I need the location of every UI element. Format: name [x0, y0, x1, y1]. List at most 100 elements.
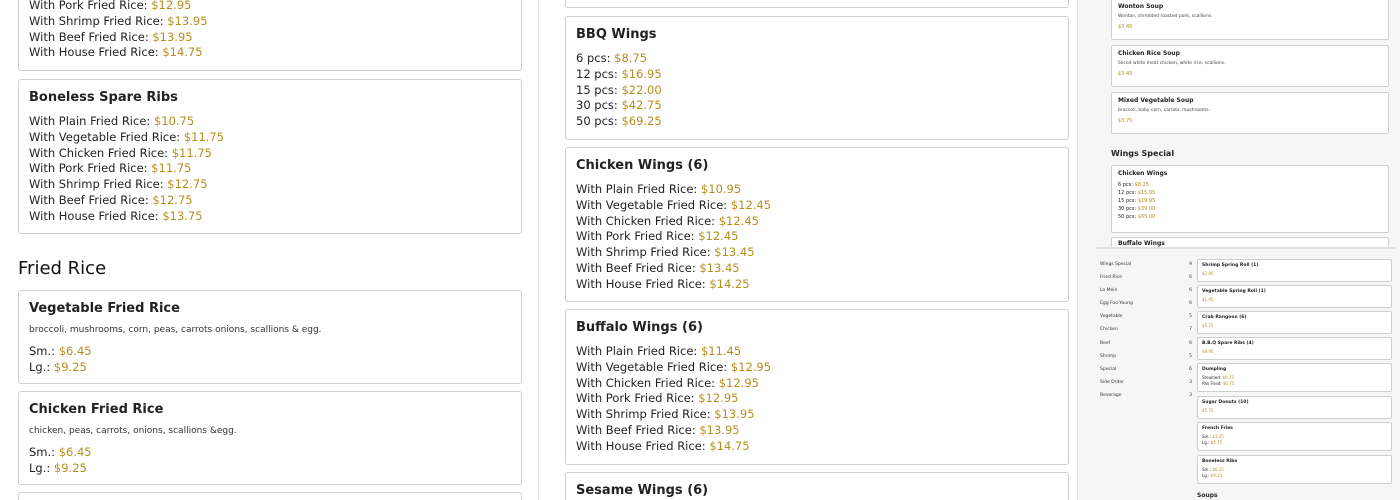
- price-line: 50 pcs: $65.00: [1118, 214, 1156, 220]
- price-line: With Beef Fried Rice: $13.45: [576, 260, 740, 275]
- price-line: 15 pcs: $22.00: [576, 82, 662, 97]
- item-title: Chicken Rice Soup: [1118, 50, 1180, 57]
- price-line: With Shrimp Fried Rice: $13.45: [576, 245, 755, 260]
- nav-category-beef[interactable]: Beef 6: [1100, 341, 1192, 346]
- item-description: broccoli, baby corn, carrots, mushrooms.: [1118, 108, 1211, 113]
- menu-item-card-partial[interactable]: [565, 0, 1069, 8]
- price-line: Lg.: $4.75: [1202, 440, 1223, 445]
- item-title: B.B.Q Spare Ribs (4): [1202, 341, 1254, 346]
- menu-item-chicken-fried-rice[interactable]: Chicken Fried Rice chicken, peas, carrot…: [18, 391, 522, 485]
- item-title: BBQ Wings: [576, 27, 657, 42]
- menu-item-bbq-spare-ribs[interactable]: B.B.Q Spare Ribs (4) $9.95: [1197, 337, 1392, 360]
- item-title: Shrimp Spring Roll (1): [1202, 263, 1259, 268]
- menu-item-french-fries[interactable]: French Fries Sm.: $3.25 Lg.: $4.75: [1197, 422, 1392, 451]
- price-line: With Beef Fried Rice: $12.75: [29, 192, 193, 207]
- price-line: With House Fried Rice: $14.75: [576, 438, 750, 453]
- menu-item-crab-rangoon[interactable]: Crab Rangoon (6) $5.75: [1197, 311, 1392, 334]
- menu-item-wonton-soup[interactable]: Wonton Soup Wonton, shredded roasted por…: [1111, 0, 1389, 40]
- price-line: 12 pcs: $16.95: [576, 66, 662, 81]
- item-title: Buffalo Wings (6): [576, 320, 703, 335]
- price-line: Pan Fried: $6.75: [1202, 381, 1235, 386]
- price-line: With Plain Fried Rice: $11.45: [576, 344, 742, 358]
- item-price: $3.75: [1118, 118, 1133, 124]
- nav-category-wings-special[interactable]: Wings Special 9: [1100, 262, 1192, 267]
- price-line: With Pork Fried Rice: $12.95: [576, 391, 739, 406]
- nav-category-lo-mein[interactable]: Lo Mein 6: [1100, 288, 1192, 293]
- nav-category-chicken[interactable]: Chicken 7: [1100, 327, 1192, 332]
- menu-item-card[interactable]: With Pork Fried Rice: $12.95 With Shrimp…: [18, 0, 522, 71]
- menu-item-vegetable-fried-rice[interactable]: Vegetable Fried Rice broccoli, mushrooms…: [18, 290, 522, 384]
- item-title: Sesame Wings (6): [576, 483, 709, 498]
- item-title: Chicken Wings: [1118, 170, 1168, 177]
- menu-item-bbq-wings[interactable]: BBQ Wings 6 pcs: $8.75 12 pcs: $16.95 15…: [565, 16, 1069, 140]
- price-line: With Chicken Fried Rice: $12.45: [576, 213, 759, 228]
- nav-category-shrimp[interactable]: Shrimp 5: [1100, 354, 1192, 359]
- price-line: 30 pcs: $42.75: [576, 98, 662, 113]
- price-line: With House Fried Rice: $14.25: [576, 276, 750, 291]
- price-line: With Plain Fried Rice: $10.95: [576, 182, 742, 196]
- price-line: With House Fried Rice: $13.75: [29, 208, 203, 223]
- item-title: Mixed Vegetable Soup: [1118, 97, 1194, 104]
- price-line: With Shrimp Fried Rice: $13.95: [576, 407, 755, 422]
- menu-item-card-partial[interactable]: [18, 492, 522, 500]
- price-line: Lg.: $9.25: [1202, 473, 1223, 478]
- price-line: With Plain Fried Rice: $10.75: [29, 114, 195, 128]
- price-line: With Chicken Fried Rice: $11.75: [29, 145, 212, 160]
- nav-category-fried-rice[interactable]: Fried Rice 6: [1100, 275, 1192, 280]
- item-title: Boneless Spare Ribs: [29, 90, 178, 105]
- nav-category-side-order[interactable]: Side Order 3: [1100, 380, 1192, 385]
- menu-item-boneless-ribs[interactable]: Boneless Ribs Sm.: $6.25 Lg.: $9.25: [1197, 455, 1392, 484]
- price-line: With House Fried Rice: $14.75: [29, 45, 203, 60]
- item-title: Boneless Ribs: [1202, 459, 1238, 464]
- item-title: Chicken Wings (6): [576, 158, 709, 173]
- menu-item-mixed-vegetable-soup[interactable]: Mixed Vegetable Soup broccoli, baby corn…: [1111, 92, 1389, 134]
- menu-item-chicken-wings[interactable]: Chicken Wings (6) With Plain Fried Rice:…: [565, 147, 1069, 302]
- price-line: With Pork Fried Rice: $12.45: [576, 229, 739, 244]
- menu-item-sesame-wings[interactable]: Sesame Wings (6): [565, 472, 1069, 500]
- item-description: Sliced white meat chicken, white rice, s…: [1118, 61, 1226, 66]
- menu-item-shrimp-spring-roll[interactable]: Shrimp Spring Roll (1) $2.95: [1197, 259, 1392, 282]
- price-line: Sm.: $6.45: [29, 445, 92, 459]
- item-title: Chicken Fried Rice: [29, 402, 164, 417]
- item-price: $9.95: [1202, 349, 1214, 354]
- menu-item-sugar-donuts[interactable]: Sugar Donuts (10) $5.75: [1197, 396, 1392, 419]
- nav-category-vegetable[interactable]: Vegetable 5: [1100, 314, 1192, 319]
- price-line: 15 pcs: $19.95: [1118, 198, 1156, 204]
- menu-item-dumpling[interactable]: Dumpling Steamed: $6.75 Pan Fried: $6.75: [1197, 363, 1392, 392]
- item-price: $3.45: [1118, 24, 1133, 30]
- price-line: With Pork Fried Rice: $11.75: [29, 161, 192, 176]
- item-description: Wonton, shredded roasted pork, scallions…: [1118, 14, 1213, 19]
- menu-item-chicken-wings-mini[interactable]: Chicken Wings 6 pcs: $8.25 12 pcs: $15.9…: [1111, 165, 1389, 233]
- menu-item-vegetable-spring-roll[interactable]: Vegetable Spring Roll (1) $1.95: [1197, 285, 1392, 308]
- section-title-wings-special: Wings Special: [1111, 149, 1175, 158]
- price-line: 12 pcs: $15.95: [1118, 190, 1156, 196]
- price-line: Sm.: $6.45: [29, 344, 92, 358]
- price-line: 50 pcs: $69.25: [576, 114, 662, 129]
- item-title: Buffalo Wings: [1118, 240, 1165, 247]
- menu-item-buffalo-wings[interactable]: Buffalo Wings (6) With Plain Fried Rice:…: [565, 309, 1069, 465]
- price-line: Lg.: $9.25: [29, 460, 87, 475]
- price-line: With Beef Fried Rice: $13.95: [29, 29, 193, 44]
- item-description: broccoli, mushrooms, corn, peas, carrots…: [29, 325, 322, 335]
- item-title: Vegetable Fried Rice: [29, 301, 180, 316]
- price-line: With Shrimp Fried Rice: $13.95: [29, 13, 208, 28]
- price-line: 6 pcs: $8.75: [576, 51, 648, 65]
- item-title: French Fries: [1202, 426, 1233, 431]
- price-line: With Pork Fried Rice: $12.95: [29, 0, 192, 12]
- nav-category-special[interactable]: Special 6: [1100, 367, 1192, 372]
- section-title-fried-rice: Fried Rice: [18, 258, 107, 279]
- price-line: With Vegetable Fried Rice: $11.75: [29, 129, 225, 144]
- nav-category-beverage[interactable]: Beverage 3: [1100, 393, 1192, 398]
- item-price: $2.95: [1202, 271, 1214, 276]
- item-price: $1.95: [1202, 297, 1214, 302]
- price-line: With Vegetable Fried Rice: $12.95: [576, 359, 772, 374]
- item-title: Dumpling: [1202, 367, 1227, 372]
- item-price: $3.45: [1118, 71, 1133, 77]
- menu-item-chicken-rice-soup[interactable]: Chicken Rice Soup Sliced white meat chic…: [1111, 45, 1389, 87]
- price-line: With Beef Fried Rice: $13.95: [576, 422, 740, 437]
- nav-category-egg-foo-young[interactable]: Egg Foo Young 6: [1100, 301, 1192, 306]
- item-title: Sugar Donuts (10): [1202, 400, 1249, 405]
- menu-item-boneless-spare-ribs[interactable]: Boneless Spare Ribs With Plain Fried Ric…: [18, 79, 522, 234]
- price-line: 30 pcs: $39.00: [1118, 206, 1156, 212]
- item-description: chicken, peas, carrots, onions, scallion…: [29, 426, 237, 436]
